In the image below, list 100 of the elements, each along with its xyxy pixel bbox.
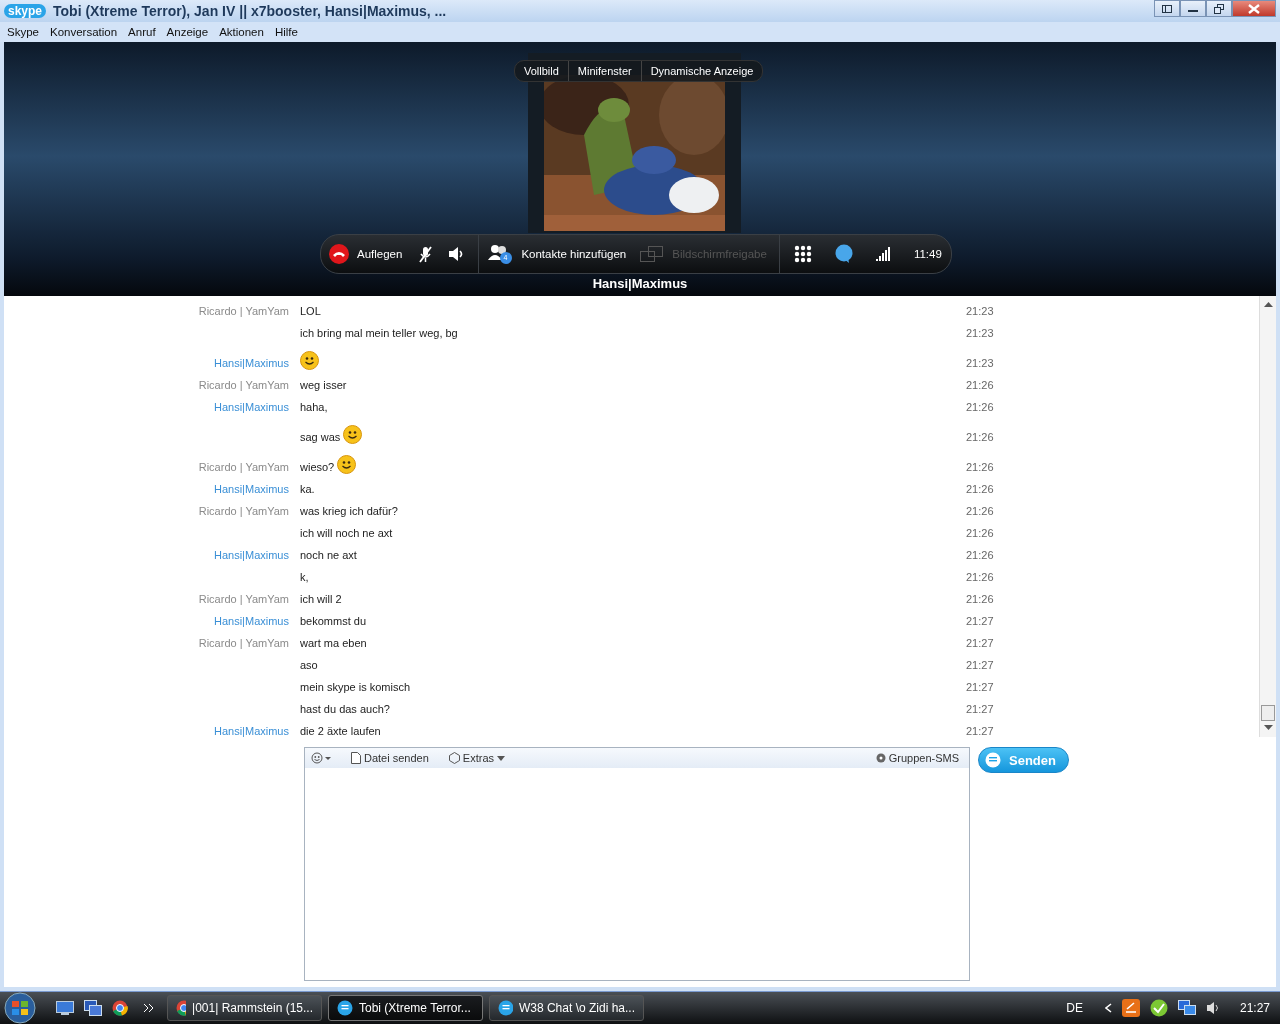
message-time: 21:26 xyxy=(966,483,994,495)
message-text: ich will noch ne axt xyxy=(300,527,393,539)
menu-item[interactable]: Anruf xyxy=(128,25,156,38)
message-time: 21:26 xyxy=(966,571,994,583)
message-time: 21:26 xyxy=(966,379,994,391)
restore-icon xyxy=(1214,3,1224,14)
panel-icon xyxy=(1162,4,1172,13)
smiley-icon xyxy=(300,351,319,370)
sender-name: Hansi|Maximus xyxy=(214,549,289,561)
menu-item[interactable]: Hilfe xyxy=(274,25,298,38)
hangup-button[interactable]: Auflegen xyxy=(329,244,403,264)
message-time: 21:23 xyxy=(966,327,994,339)
chat-bubble-icon[interactable] xyxy=(833,244,854,264)
view-mode-button[interactable]: Minifenster xyxy=(568,61,642,81)
emoticon-picker-icon[interactable] xyxy=(311,752,331,764)
desktop-icon[interactable] xyxy=(54,1001,76,1015)
menu-item[interactable]: Konversation xyxy=(49,25,118,38)
puzzle-icon xyxy=(448,752,460,764)
menu-item[interactable]: Aktionen xyxy=(219,25,264,38)
message-text: ich will 2 xyxy=(300,593,342,605)
menu-item[interactable]: Skype xyxy=(7,25,39,38)
message-time: 21:27 xyxy=(966,703,994,715)
message-time: 21:27 xyxy=(966,659,994,671)
message-time: 21:26 xyxy=(966,505,994,517)
sender-name: Hansi|Maximus xyxy=(214,615,289,627)
message-time: 21:27 xyxy=(966,725,994,737)
smiley-icon xyxy=(343,425,363,444)
message-text: k, xyxy=(300,571,309,583)
message-time: 21:27 xyxy=(966,681,994,693)
microphone-icon[interactable] xyxy=(416,245,435,263)
message-text: sag was xyxy=(300,431,341,443)
skype-logo: skype xyxy=(4,3,47,18)
message-text: noch ne axt xyxy=(300,549,357,561)
close-button[interactable] xyxy=(1232,0,1276,17)
message-text: aso xyxy=(300,659,318,671)
pin-icon xyxy=(875,753,886,763)
message-text: LOL xyxy=(300,305,321,317)
menu-item[interactable]: Anzeige xyxy=(166,25,209,38)
people-icon xyxy=(487,244,514,264)
switch-windows-icon[interactable] xyxy=(82,1000,104,1016)
chat-bubble-icon xyxy=(985,752,1001,768)
message-time: 21:26 xyxy=(966,549,994,561)
group-sms-button[interactable]: Gruppen-SMS xyxy=(875,752,959,764)
call-duration: 11:49 xyxy=(913,248,942,260)
extras-button[interactable]: Extras xyxy=(448,752,505,764)
message-input[interactable]: Datei senden Extras Gruppen-SMS xyxy=(304,747,970,981)
tray-app-icon[interactable] xyxy=(1119,999,1142,1017)
sender-name: Hansi|Maximus xyxy=(214,401,289,413)
scroll-down-icon[interactable] xyxy=(1263,725,1273,731)
chat-bubble-icon xyxy=(337,1000,353,1016)
message-time: 21:26 xyxy=(966,593,994,605)
message-text: die 2 äxte laufen xyxy=(300,725,381,737)
show-hidden-icons[interactable] xyxy=(1102,1003,1114,1013)
phone-icon xyxy=(329,244,349,264)
message-text: hast du das auch? xyxy=(300,703,390,715)
message-text: ka. xyxy=(300,483,315,495)
sender-name: Ricardo | YamYam xyxy=(198,637,289,649)
message-time: 21:23 xyxy=(966,357,994,369)
taskbar-button[interactable]: |001| Rammstein (15... xyxy=(167,995,322,1021)
message-text: haha, xyxy=(300,401,328,413)
scroll-up-icon[interactable] xyxy=(1263,302,1273,308)
message-text: bekommst du xyxy=(300,615,367,627)
message-time: 21:27 xyxy=(966,637,994,649)
window-title: Tobi (Xtreme Terror), Jan IV || x7booster, Hansi|Maximus, ... xyxy=(53,2,447,19)
screens-icon xyxy=(640,246,665,262)
caller-name: Hansi|Maximus xyxy=(592,276,688,291)
scroll-thumb[interactable] xyxy=(1261,705,1275,721)
sender-name: Hansi|Maximus xyxy=(214,725,289,737)
message-time: 21:23 xyxy=(966,305,994,317)
network-icon[interactable] xyxy=(1175,1000,1198,1016)
send-file-button[interactable]: Datei senden xyxy=(351,752,429,764)
chat-bubble-icon xyxy=(498,1000,513,1016)
browser-icon[interactable] xyxy=(110,1000,130,1016)
browser-icon xyxy=(176,1000,187,1016)
view-mode-button[interactable]: Dynamische Anzeige xyxy=(641,61,763,81)
sender-name: Ricardo | YamYam xyxy=(198,505,289,517)
taskbar-button[interactable]: Tobi (Xtreme Terror... xyxy=(328,995,483,1021)
compact-view-button[interactable] xyxy=(1154,0,1180,17)
dialpad-icon[interactable] xyxy=(793,245,812,263)
smiley-icon xyxy=(337,455,357,474)
message-time: 21:27 xyxy=(966,615,994,627)
message-text: weg isser xyxy=(300,379,347,391)
more-icon[interactable] xyxy=(144,1004,153,1012)
sender-name: Ricardo | YamYam xyxy=(198,379,289,391)
sender-name: Ricardo | YamYam xyxy=(198,305,289,317)
view-mode-button[interactable]: Vollbild xyxy=(515,61,569,81)
caret-icon xyxy=(497,755,505,761)
file-icon xyxy=(351,752,361,764)
signal-icon xyxy=(875,247,892,261)
message-text: wieso? xyxy=(300,461,335,473)
language-indicator[interactable]: DE xyxy=(1066,1001,1083,1015)
message-text: was krieg ich dafür? xyxy=(300,505,398,517)
taskbar-clock: 21:27 xyxy=(1239,1001,1270,1015)
taskbar-button[interactable]: W38 Chat \o Zidi ha... xyxy=(489,995,644,1021)
minimize-button[interactable] xyxy=(1180,0,1206,17)
sender-name: Hansi|Maximus xyxy=(214,357,289,369)
message-time: 21:26 xyxy=(966,461,994,473)
message-text: mein skype is komisch xyxy=(300,681,411,693)
message-text: ich bring mal mein teller weg, bg xyxy=(300,327,458,339)
restore-button[interactable] xyxy=(1206,0,1232,17)
